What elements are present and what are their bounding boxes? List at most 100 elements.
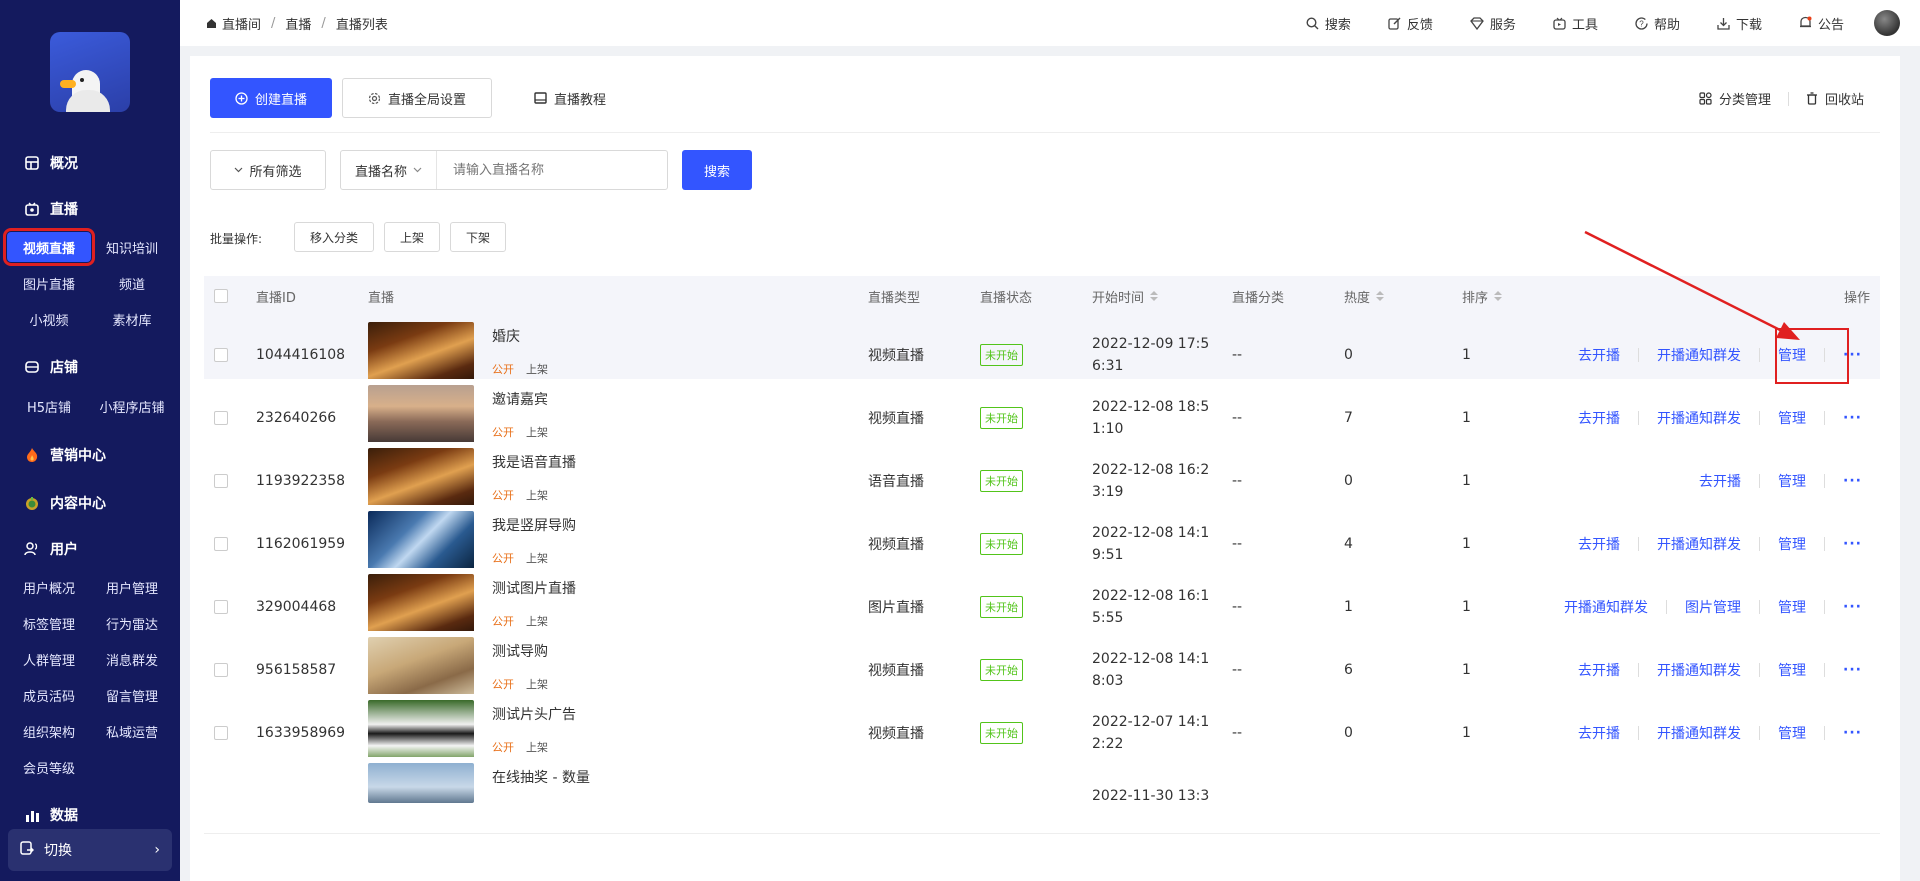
status-badge: 未开始 [980,532,1023,555]
sidebar-item-private-operation[interactable]: 私域运营 [90,716,174,746]
live-thumbnail[interactable] [368,700,474,761]
cell-live-title[interactable]: 在线抽奖 - 数量 [492,767,590,787]
category-management-button[interactable]: 分类管理 [1685,78,1785,118]
sidebar-item-user-management[interactable]: 用户管理 [90,572,174,602]
row-action-link[interactable]: 去开播 [1699,471,1741,491]
row-action-link[interactable]: 开播通知群发 [1657,660,1741,680]
sidebar-item-material-library[interactable]: 素材库 [90,304,174,334]
row-action-link[interactable]: 开播通知群发 [1657,408,1741,428]
search-input[interactable] [437,152,657,188]
more-icon[interactable]: ··· [1843,725,1862,741]
more-icon[interactable]: ··· [1843,599,1862,615]
row-action-link[interactable]: 管理 [1778,534,1806,554]
sidebar-item-user-overview[interactable]: 用户概况 [7,572,91,602]
sidebar-item-miniprogram-store[interactable]: 小程序店铺 [90,391,174,421]
more-icon[interactable]: ··· [1843,410,1862,426]
row-action-link[interactable]: 管理 [1778,660,1806,680]
top-announcement[interactable]: 公告 [1799,14,1844,33]
field-select[interactable]: 直播名称 [341,151,437,189]
sidebar-item-knowledge-training[interactable]: 知识培训 [90,232,174,262]
row-action-link[interactable]: 去开播 [1578,345,1620,365]
nav-overview[interactable]: 概况 [0,148,180,178]
row-action-link[interactable]: 管理 [1778,723,1806,743]
cell-live-title[interactable]: 我是语音直播 [492,452,576,472]
live-thumbnail[interactable] [368,763,474,803]
search-button[interactable]: 搜索 [682,150,752,190]
create-live-button[interactable]: 创建直播 [210,78,332,118]
more-icon[interactable]: ··· [1843,536,1862,552]
sidebar-item-behavior-radar[interactable]: 行为雷达 [90,608,174,638]
live-thumbnail[interactable] [368,448,474,509]
sidebar-item-member-level[interactable]: 会员等级 [7,752,91,782]
live-thumbnail[interactable] [368,637,474,698]
th-heat[interactable]: 热度 [1344,276,1385,316]
sidebar-item-tag-management[interactable]: 标签管理 [7,608,91,638]
more-icon[interactable]: ··· [1843,473,1862,489]
breadcrumb-live[interactable]: 直播 [285,14,311,33]
sidebar-item-crowd-management[interactable]: 人群管理 [7,644,91,674]
top-tools[interactable]: 工具 [1553,14,1598,33]
breadcrumb-live-room[interactable]: 直播间 [222,14,261,33]
th-heat-label: 热度 [1344,290,1371,306]
cell-live-title[interactable]: 邀请嘉宾 [492,389,548,409]
row-action-link[interactable]: 开播通知群发 [1657,534,1741,554]
row-action-link[interactable]: 开播通知群发 [1564,597,1648,617]
nav-store[interactable]: 店铺 [0,352,180,382]
visibility-tag: 公开 [492,741,514,754]
batch-move-category-button[interactable]: 移入分类 [294,222,374,252]
sidebar-item-video-live[interactable]: 视频直播 [3,228,95,266]
row-action-link[interactable]: 管理 [1778,471,1806,491]
sidebar-item-message-broadcast[interactable]: 消息群发 [90,644,174,674]
more-icon[interactable]: ··· [1843,662,1862,678]
grid-icon [1699,91,1712,105]
select-all-checkbox[interactable] [214,276,228,316]
sidebar-item-short-video[interactable]: 小视频 [7,304,91,334]
sidebar-item-image-live[interactable]: 图片直播 [7,268,91,298]
nav-content[interactable]: 内容中心 [0,488,180,518]
sidebar-item-comment-management[interactable]: 留言管理 [90,680,174,710]
cell-live-title[interactable]: 婚庆 [492,326,520,346]
cell-live-title[interactable]: 我是竖屏导购 [492,515,576,535]
top-feedback[interactable]: 反馈 [1388,14,1433,33]
avatar[interactable] [1874,10,1900,36]
th-start-time[interactable]: 开始时间 [1092,276,1159,316]
row-action-link[interactable]: 管理 [1778,408,1806,428]
live-thumbnail[interactable] [368,385,474,446]
op-divider [1759,473,1761,488]
top-help[interactable]: ? 帮助 [1635,14,1680,33]
batch-shelf-on-button[interactable]: 上架 [384,222,440,252]
live-thumbnail[interactable] [368,511,474,572]
switch-button[interactable]: 切换 › [8,829,172,871]
op-divider [1824,662,1826,677]
recycle-bin-button[interactable]: 回收站 [1795,78,1875,118]
cell-live-title[interactable]: 测试片头广告 [492,704,576,724]
live-tutorial-button[interactable]: 直播教程 [510,78,630,118]
nav-data[interactable]: 数据 [0,800,180,830]
row-action-link[interactable]: 开播通知群发 [1657,723,1741,743]
nav-users[interactable]: 用户 [0,534,180,564]
th-order[interactable]: 排序 [1462,276,1503,316]
sidebar-item-org-structure[interactable]: 组织架构 [7,716,91,746]
top-download[interactable]: 下载 [1717,14,1762,33]
row-action-link[interactable]: 去开播 [1578,408,1620,428]
row-action-link[interactable]: 管理 [1778,597,1806,617]
top-service[interactable]: 服务 [1470,14,1516,33]
row-action-link[interactable]: 去开播 [1578,534,1620,554]
live-thumbnail[interactable] [368,574,474,635]
row-action-link[interactable]: 去开播 [1578,660,1620,680]
cell-live-title[interactable]: 测试图片直播 [492,578,576,598]
global-settings-button[interactable]: 直播全局设置 [342,78,492,118]
sidebar-item-channel[interactable]: 频道 [90,268,174,298]
row-action-link[interactable]: 去开播 [1578,723,1620,743]
nav-marketing[interactable]: 营销中心 [0,440,180,470]
sidebar-item-member-qrcode[interactable]: 成员活码 [7,680,91,710]
live-thumbnail[interactable] [368,322,474,383]
sidebar-item-h5-store[interactable]: H5店铺 [7,391,91,421]
batch-shelf-off-button[interactable]: 下架 [450,222,506,252]
cell-live-title[interactable]: 测试导购 [492,641,548,661]
row-action-link[interactable]: 图片管理 [1685,597,1741,617]
top-search[interactable]: 搜索 [1306,14,1351,33]
nav-live[interactable]: 直播 [0,194,180,224]
row-action-link[interactable]: 开播通知群发 [1657,345,1741,365]
all-filters-dropdown[interactable]: 所有筛选 [210,150,326,190]
